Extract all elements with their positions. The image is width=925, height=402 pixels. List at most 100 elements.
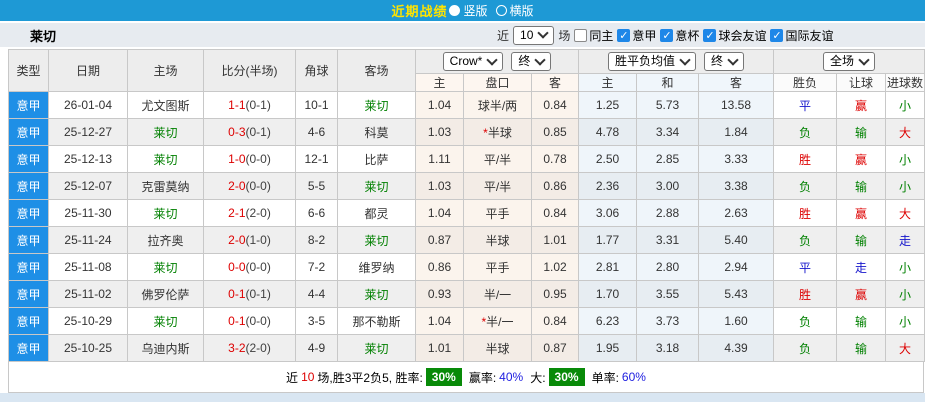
subheader-ah-line: 盘口 [463,73,532,92]
subheader-handicap-result: 让球 [836,73,887,92]
checkbox-checked-icon[interactable]: ✓ [770,28,784,42]
filter-item-1[interactable]: ✓ 意甲 [617,27,656,44]
ah-away-odds: 0.85 [531,118,579,146]
filter-item-3[interactable]: ✓ 球会友谊 [703,27,766,44]
sp-away-odds: 3.38 [697,172,775,200]
radio-horizontal-label[interactable]: 横版 [510,2,534,19]
ah-home-odds: 1.04 [415,307,464,335]
recent-record-bar: 近期战绩 竖版 横版 [0,0,925,21]
sp-draw-odds: 3.55 [636,280,699,308]
match-date: 25-12-27 [48,118,128,146]
league-badge: 意甲 [8,172,49,200]
sp-home-odds: 1.77 [578,226,637,254]
avg-time-select[interactable]: 终 [704,52,745,71]
sp-draw-odds: 3.34 [636,118,699,146]
sp-away-odds: 1.84 [697,118,775,146]
subheader-ah-home: 主 [415,73,464,92]
result-goals: 大 [885,334,925,362]
league-badge: 意甲 [8,199,49,227]
sp-home-odds: 1.70 [578,280,637,308]
ah-home-odds: 1.04 [415,199,464,227]
summary-bar: 近 10 场,胜3平2负5, 胜率: 30% 赢率: 40% 大: 30% 单率: 60… [8,362,924,393]
header-home: 主场 [127,49,204,92]
sp-away-odds: 2.94 [697,253,775,281]
sp-away-odds: 2.63 [697,199,775,227]
header-type: 类型 [8,49,49,92]
filter-item-2[interactable]: ✓ 意杯 [660,27,699,44]
ah-home-odds: 1.04 [415,91,464,119]
result-handicap: 输 [836,334,887,362]
checkbox-checked-icon[interactable]: ✓ [703,28,717,42]
corner-score: 4-4 [295,280,338,308]
score-cell: 1-0(0-0) [203,145,296,173]
away-team: 莱切 [337,172,416,200]
corner-score: 5-5 [295,172,338,200]
result-goals: 小 [885,253,925,281]
league-badge: 意甲 [8,253,49,281]
recent-record-title: 近期战绩 [391,4,448,19]
result-goals: 小 [885,172,925,200]
sp-home-odds: 1.95 [578,334,637,362]
sp-away-odds: 4.39 [697,334,775,362]
filter-group: 近 10 场 同主 ✓ 意甲 ✓ 意杯 ✓ 球会友谊 ✓ 国际友谊 [497,23,833,47]
sp-home-odds: 2.81 [578,253,637,281]
radio-vertical-selected[interactable] [449,5,461,16]
subheader-goals: 进球数 [885,73,925,92]
ah-home-odds: 1.03 [415,118,464,146]
sp-draw-odds: 2.88 [636,199,699,227]
away-team: 莱切 [337,226,416,254]
big-rate-badge: 30% [548,368,585,386]
table-row: 意甲 26-01-04 尤文图斯 1-1(0-1) 10-1 莱切 1.04 球… [8,91,925,119]
table-row: 意甲 25-11-08 莱切 0-0(0-0) 7-2 维罗纳 0.86 平手 … [8,253,925,281]
odds-source-select[interactable]: Crow* [442,52,504,71]
match-rows: 意甲 26-01-04 尤文图斯 1-1(0-1) 10-1 莱切 1.04 球… [8,91,925,362]
score-cell: 2-0(0-0) [203,172,296,200]
table-row: 意甲 25-12-13 莱切 1-0(0-0) 12-1 比萨 1.11 平/半… [8,145,925,173]
home-team: 莱切 [127,253,204,281]
home-team: 乌迪内斯 [127,334,204,362]
odds-time-select[interactable]: 终 [511,52,552,71]
sp-away-odds: 5.40 [697,226,775,254]
result-wdl: 平 [773,91,838,119]
win-odds-value: 40% [499,370,524,384]
filter-item-4[interactable]: ✓ 国际友谊 [770,27,833,44]
score-cell: 0-3(0-1) [203,118,296,146]
checkbox-icon[interactable] [574,28,588,42]
sp-draw-odds: 3.18 [636,334,699,362]
ah-home-odds: 0.86 [415,253,464,281]
away-team: 那不勒斯 [337,307,416,335]
radio-horizontal[interactable] [495,5,507,16]
ah-away-odds: 1.02 [531,253,579,281]
league-badge: 意甲 [8,280,49,308]
result-wdl: 负 [773,172,838,200]
scope-controls: 全场 [773,49,925,74]
scope-select[interactable]: 全场 [823,52,876,71]
corner-score: 3-5 [295,307,338,335]
ah-line: 半球 [463,226,532,254]
ah-home-odds: 1.01 [415,334,464,362]
sp-home-odds: 2.36 [578,172,637,200]
ah-home-odds: 0.93 [415,280,464,308]
sp-draw-odds: 3.31 [636,226,699,254]
home-team: 佛罗伦萨 [127,280,204,308]
sp-home-odds: 1.25 [578,91,637,119]
match-date: 25-11-24 [48,226,128,254]
ah-line: *半/一 [463,307,532,335]
corner-score: 4-6 [295,118,338,146]
ah-away-odds: 0.84 [531,199,579,227]
ah-line: 半球 [463,334,532,362]
home-team: 莱切 [127,118,204,146]
table-row: 意甲 25-10-25 乌迪内斯 3-2(2-0) 4-9 莱切 1.01 半球… [8,334,925,362]
result-wdl: 胜 [773,145,838,173]
summary-prefix: 近 [286,370,299,385]
league-badge: 意甲 [8,334,49,362]
match-count-select[interactable]: 10 [513,25,555,45]
radio-vertical-label[interactable]: 竖版 [463,2,487,19]
ah-line: 平手 [463,253,532,281]
checkbox-checked-icon[interactable]: ✓ [617,28,631,42]
avg-type-select[interactable]: 胜平负均值 [607,52,696,71]
score-cell: 2-1(2-0) [203,199,296,227]
checkbox-checked-icon[interactable]: ✓ [660,28,674,42]
result-goals: 走 [885,226,925,254]
filter-item-0[interactable]: 同主 [574,27,613,44]
